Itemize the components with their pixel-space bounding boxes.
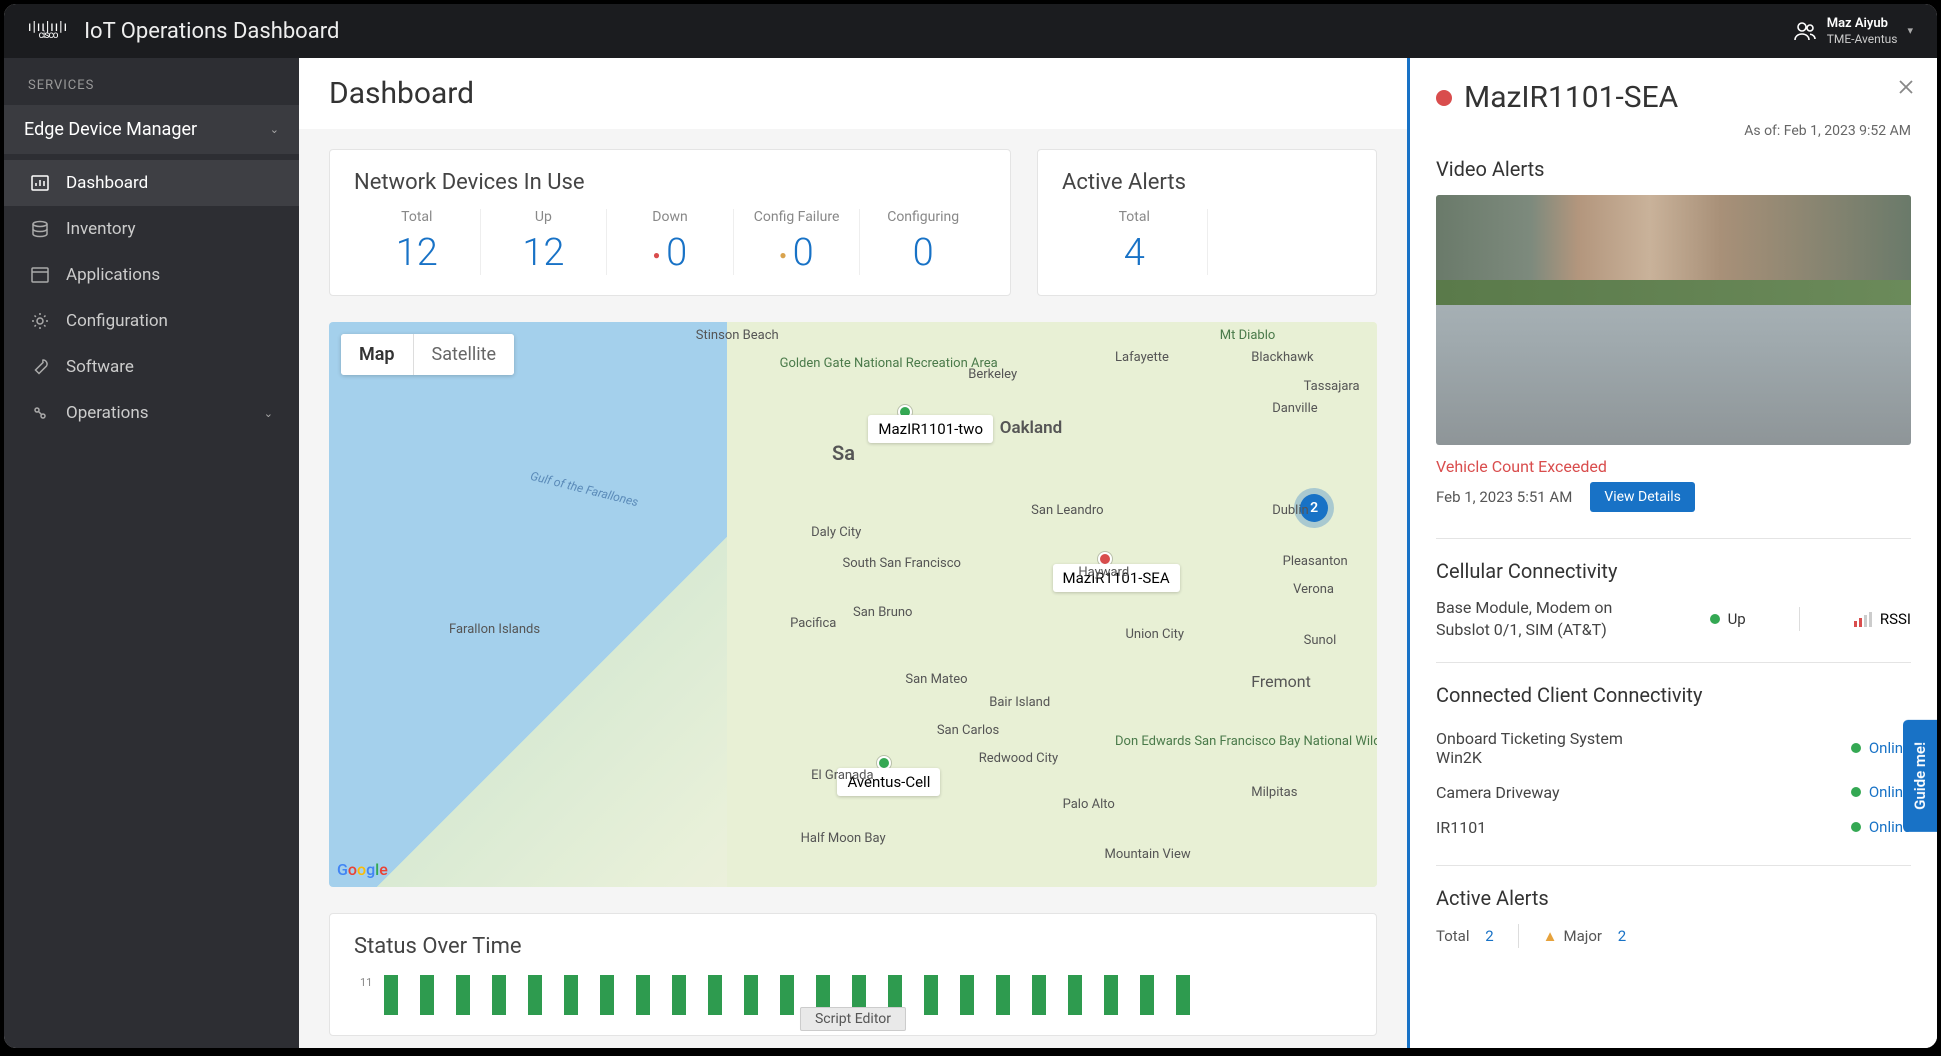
status-over-time-card: Status Over Time 11 Script Editor	[329, 913, 1377, 1036]
sidebar-item-applications[interactable]: Applications	[4, 252, 299, 298]
device-detail-panel: MazIR1101-SEA As of: Feb 1, 2023 9:52 AM…	[1407, 58, 1937, 1048]
user-name: Maz Aiyub	[1827, 16, 1898, 32]
google-logo: Google	[337, 860, 388, 879]
view-details-button[interactable]: View Details	[1590, 482, 1695, 512]
stat-alerts-total: Total 4	[1062, 209, 1208, 275]
app-title: IoT Operations Dashboard	[84, 19, 339, 44]
users-icon	[1793, 19, 1817, 43]
user-org: TME-Aventus	[1827, 32, 1898, 46]
chevron-down-icon: ⌄	[270, 123, 279, 136]
guide-me-tab[interactable]: Guide me!	[1903, 720, 1937, 832]
status-dot-icon	[1710, 614, 1720, 624]
client-row: IR1101 Online	[1436, 810, 1911, 845]
client-status: Online	[1851, 818, 1911, 836]
status-dot-icon	[1851, 787, 1861, 797]
database-icon	[30, 219, 50, 239]
cisco-logo: ı|ıı|ıı|ı cisco	[28, 23, 68, 40]
status-dot-icon	[1851, 822, 1861, 832]
sidebar-item-dashboard[interactable]: Dashboard	[4, 160, 299, 206]
chevron-down-icon: ▾	[1907, 24, 1913, 37]
active-alerts-card: Active Alerts Total 4	[1037, 149, 1377, 296]
close-icon	[1897, 78, 1915, 96]
sidebar-item-operations[interactable]: Operations ⌄	[4, 390, 299, 436]
client-row: Onboard Ticketing System Win2K Online	[1436, 721, 1911, 775]
client-status: Online	[1851, 739, 1911, 757]
status-dot-icon	[1851, 743, 1861, 753]
map-tab-map[interactable]: Map	[341, 334, 413, 375]
signal-bars-icon	[1854, 612, 1872, 627]
stat-total: Total 12	[354, 209, 481, 275]
chevron-down-icon: ⌄	[264, 407, 273, 420]
dashboard-icon	[30, 173, 50, 193]
sidebar-item-configuration[interactable]: Configuration	[4, 298, 299, 344]
sidebar-item-label: Software	[66, 357, 134, 377]
client-status: Online	[1851, 783, 1911, 801]
alert-timestamp: Feb 1, 2023 5:51 AM	[1436, 488, 1572, 506]
y-axis-label: 11	[360, 976, 372, 989]
map-tab-satellite[interactable]: Satellite	[413, 334, 514, 375]
wrench-icon	[30, 357, 50, 377]
warning-icon: ▲	[1543, 927, 1558, 945]
close-button[interactable]	[1897, 78, 1915, 96]
sidebar-item-label: Configuration	[66, 311, 168, 331]
map-type-toggle: Map Satellite	[341, 334, 514, 375]
panel-alerts-summary: Total 2 ▲Major 2	[1436, 924, 1911, 948]
stat-configuring: Configuring 0	[860, 209, 986, 275]
sidebar-item-software[interactable]: Software	[4, 344, 299, 390]
cellular-module: Base Module, Modem on Subslot 0/1, SIM (…	[1436, 597, 1656, 642]
stat-config-failure: Config Failure 0	[734, 209, 861, 275]
panel-active-alerts-title: Active Alerts	[1436, 886, 1911, 910]
gear-icon	[30, 311, 50, 331]
clients-title: Connected Client Connectivity	[1436, 683, 1911, 707]
app-header: ı|ıı|ıı|ı cisco IoT Operations Dashboard…	[4, 4, 1937, 58]
network-devices-card: Network Devices In Use Total 12 Up 12	[329, 149, 1011, 296]
sidebar-item-label: Operations	[66, 403, 149, 423]
card-title: Network Devices In Use	[354, 170, 986, 195]
status-dot-icon	[1436, 90, 1452, 106]
stat-up: Up 12	[481, 209, 608, 275]
sidebar-item-label: Applications	[66, 265, 160, 285]
cellular-status: Up	[1710, 610, 1746, 628]
page-title: Dashboard	[299, 58, 1407, 129]
map-marker-aventus-cell[interactable]: Aventus-Cell	[877, 756, 891, 770]
stat-down: Down 0	[607, 209, 734, 275]
service-selected-label: Edge Device Manager	[24, 119, 197, 140]
video-alerts-title: Video Alerts	[1436, 157, 1911, 181]
script-editor-badge[interactable]: Script Editor	[800, 1007, 906, 1031]
card-title: Status Over Time	[354, 934, 1352, 959]
alert-name: Vehicle Count Exceeded	[1436, 457, 1911, 476]
sidebar-item-label: Dashboard	[66, 173, 148, 193]
panel-title: MazIR1101-SEA	[1436, 80, 1911, 115]
sidebar: SERVICES Edge Device Manager ⌄ Dashboard…	[4, 58, 299, 1048]
sidebar-item-label: Inventory	[66, 219, 136, 239]
user-menu[interactable]: Maz Aiyub TME-Aventus ▾	[1793, 16, 1913, 46]
map-island-label: Farallon Islands	[449, 622, 540, 637]
sidebar-item-inventory[interactable]: Inventory	[4, 206, 299, 252]
as-of-timestamp: As of: Feb 1, 2023 9:52 AM	[1436, 123, 1911, 139]
client-row: Camera Driveway Online	[1436, 775, 1911, 810]
services-label: SERVICES	[4, 58, 299, 105]
map[interactable]: Map Satellite Gulf of the Farallones Far…	[329, 322, 1377, 887]
cellular-title: Cellular Connectivity	[1436, 559, 1911, 583]
map-marker-mazir1101-two[interactable]: MazIR1101-two	[898, 405, 912, 419]
video-alert-thumbnail[interactable]	[1436, 195, 1911, 445]
rssi-indicator: RSSI	[1854, 610, 1911, 628]
operations-icon	[30, 403, 50, 423]
apps-icon	[30, 265, 50, 285]
service-selector[interactable]: Edge Device Manager ⌄	[4, 105, 299, 154]
card-title: Active Alerts	[1062, 170, 1352, 195]
